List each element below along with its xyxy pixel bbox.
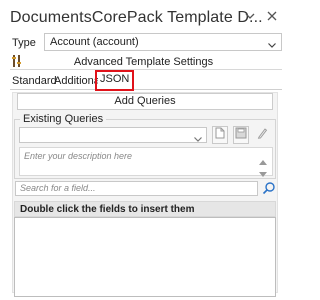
save-icon: [235, 126, 247, 144]
search-placeholder: Search for a field...: [20, 183, 96, 193]
chevron-down-icon[interactable]: [242, 8, 258, 24]
edit-document-icon: [214, 126, 226, 144]
tab-standard[interactable]: Standard: [12, 75, 57, 88]
fields-list[interactable]: [14, 217, 276, 297]
existing-queries-label: Existing Queries: [20, 113, 107, 125]
advanced-template-settings-label[interactable]: Advanced Template Settings: [0, 56, 287, 68]
type-label: Type: [12, 37, 36, 49]
chevron-down-icon: [267, 37, 277, 55]
search-icon[interactable]: [262, 181, 276, 200]
divider: [10, 69, 282, 70]
pencil-icon: [256, 126, 268, 144]
field-search-input[interactable]: Search for a field...: [15, 181, 258, 196]
edit-query-button[interactable]: [212, 126, 228, 144]
close-icon[interactable]: [264, 8, 280, 24]
description-placeholder: Enter your description here: [24, 151, 133, 161]
rename-query-button[interactable]: [254, 126, 270, 144]
save-query-button[interactable]: [233, 126, 249, 144]
fields-header-text: Double click the fields to insert them: [20, 204, 195, 215]
description-textarea[interactable]: Enter your description here: [19, 147, 273, 177]
title-bar: DocumentsCorePack Template D...: [0, 0, 287, 34]
tabs-divider: [10, 89, 282, 90]
json-tab-highlight: [95, 70, 134, 91]
type-select-value: Account (account): [50, 36, 139, 48]
fields-header: Double click the fields to insert them: [14, 201, 276, 217]
window-title: DocumentsCorePack Template D...: [10, 9, 263, 26]
type-select[interactable]: Account (account): [44, 33, 282, 51]
existing-queries-select[interactable]: [19, 127, 207, 143]
add-queries-button[interactable]: Add Queries: [17, 93, 273, 110]
